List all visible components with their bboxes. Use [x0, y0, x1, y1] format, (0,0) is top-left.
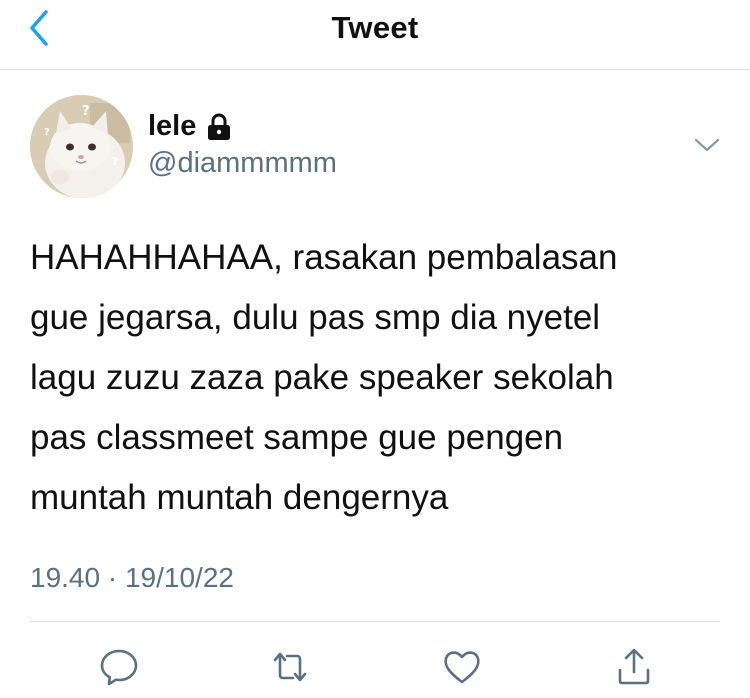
lock-icon: [208, 113, 231, 140]
more-options-button[interactable]: [690, 132, 724, 158]
display-name[interactable]: lele: [148, 110, 196, 143]
chevron-down-icon: [694, 138, 720, 152]
user-handle[interactable]: @diammmmm: [148, 147, 337, 180]
divider: [30, 621, 720, 622]
tweet-date: 19/10/22: [124, 562, 234, 593]
top-bar: Tweet: [0, 0, 750, 70]
tweet-time: 19.40: [30, 562, 101, 593]
svg-text:?: ?: [112, 155, 118, 168]
meta-separator: ·: [107, 562, 118, 593]
share-icon: [618, 648, 650, 685]
like-button[interactable]: [440, 645, 484, 689]
retweet-icon: [273, 652, 307, 682]
author-name-row[interactable]: lele: [148, 110, 232, 143]
like-icon: [444, 651, 480, 684]
svg-text:?: ?: [82, 104, 90, 119]
reply-button[interactable]: [97, 645, 141, 689]
tweet-timestamp: 19.40 · 19/10/22: [30, 562, 234, 594]
svg-text:?: ?: [44, 127, 50, 138]
cat-avatar-image: ? ? ?: [30, 95, 133, 198]
reply-icon: [100, 649, 138, 686]
share-button[interactable]: [612, 645, 656, 689]
tweet-text: HAHAHHAHAA, rasakan pembalasan gue jegar…: [30, 238, 618, 517]
retweet-button[interactable]: [268, 645, 312, 689]
avatar[interactable]: ? ? ?: [30, 95, 133, 198]
page-title: Tweet: [331, 10, 419, 45]
